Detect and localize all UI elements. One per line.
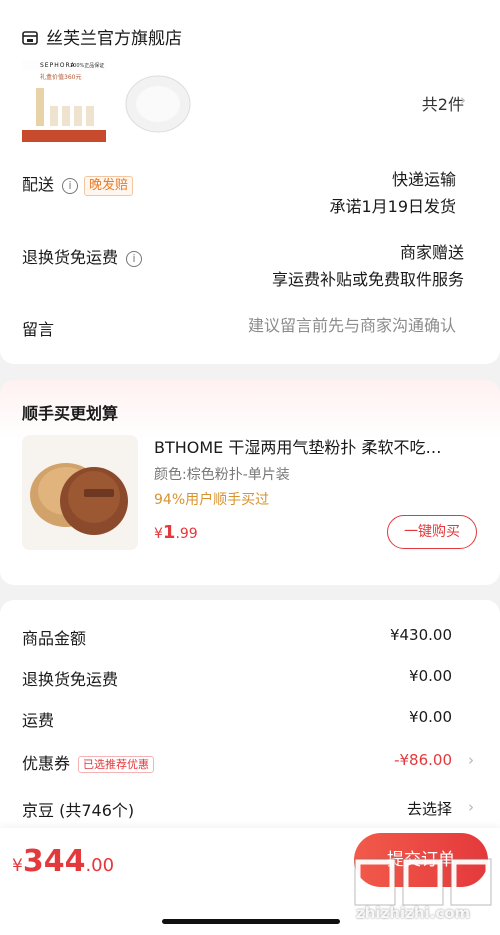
returns-row-label: 退换货免运费 i	[22, 244, 143, 268]
jd-beans-label: 京豆 (共746个)	[22, 801, 135, 820]
note-label: 留言	[22, 320, 55, 339]
upsell-card: 顺手买更划算 BTHOME 干湿两用气垫粉扑 柔软不吃… 颜色:棕色粉扑-单片装…	[0, 380, 500, 585]
returns-info[interactable]: 商家赠送 享运费补贴或免费取件服务	[272, 239, 464, 293]
upsell-social-proof: 94%用户顺手买过	[154, 492, 270, 508]
store-icon	[22, 30, 38, 45]
price-currency: ¥	[154, 526, 163, 542]
return-fee-label: 退换货免运费	[22, 670, 119, 689]
coupon-row-label: 优惠券 已选推荐优惠	[22, 750, 155, 774]
watermark-domain: zhizhizhi.com	[356, 904, 471, 922]
item-count-number: 2	[437, 95, 448, 114]
item-count[interactable]: 共2件	[422, 91, 464, 115]
delivery-method: 快递运输	[391, 170, 456, 189]
return-fee-value: ¥0.00	[409, 667, 452, 685]
image-caption: 礼盒价值360元	[40, 74, 82, 81]
shipping-value: ¥0.00	[409, 708, 452, 726]
submit-order-button[interactable]: 提交订单	[354, 833, 488, 887]
chevron-right-icon[interactable]: ›	[460, 91, 466, 109]
store-name[interactable]: 丝芙兰官方旗舰店	[46, 24, 182, 49]
home-indicator[interactable]	[162, 919, 340, 924]
image-badge-label: 100%正品保证	[70, 63, 105, 69]
price-integer: 1	[162, 522, 176, 543]
delivery-label: 配送	[22, 175, 55, 194]
item-count-prefix: 共	[421, 95, 438, 114]
total-currency: ¥	[12, 856, 23, 876]
delivery-row-label: 配送 i 晚发赔	[22, 171, 134, 196]
info-icon[interactable]: i	[62, 177, 79, 194]
returns-secondary: 享运费补贴或免费取件服务	[271, 270, 464, 289]
returns-primary: 商家赠送	[399, 243, 464, 262]
upsell-title: 顺手买更划算	[22, 404, 119, 423]
jd-beans-select[interactable]: 去选择	[407, 798, 452, 819]
total-integer: 344	[22, 844, 86, 879]
chevron-right-icon[interactable]: ›	[468, 798, 474, 816]
upsell-product-image[interactable]	[22, 435, 138, 550]
delivery-promise: 承诺1月19日发货	[329, 197, 456, 216]
order-total: ¥344.00	[12, 844, 114, 879]
goods-amount-value: ¥430.00	[389, 626, 452, 644]
chevron-right-icon[interactable]: ›	[468, 751, 474, 769]
one-click-buy-button[interactable]: 一键购买	[387, 515, 477, 549]
store-header[interactable]: 丝芙兰官方旗舰店	[22, 24, 182, 49]
total-decimal: .00	[85, 855, 115, 876]
delivery-info[interactable]: 快递运输 承诺1月19日发货	[329, 166, 456, 220]
coupon-label: 优惠券	[22, 754, 71, 773]
price-decimal: .99	[175, 526, 198, 542]
upsell-price: ¥1.99	[154, 522, 198, 543]
info-icon[interactable]: i	[126, 250, 143, 267]
coupon-tag: 已选推荐优惠	[78, 756, 155, 773]
coupon-value[interactable]: -¥86.00	[394, 751, 452, 769]
note-input[interactable]: 建议留言前先与商家沟通确认	[248, 312, 456, 339]
upsell-product-spec: 颜色:棕色粉扑-单片装	[154, 467, 290, 483]
returns-label: 退换货免运费	[22, 248, 119, 267]
goods-amount-label: 商品金额	[22, 629, 87, 648]
late-compensation-tag: 晚发赔	[84, 175, 134, 196]
store-card: 丝芙兰官方旗舰店 SEPHORA 100%正品保证 礼盒价值360元 共2件 ›…	[0, 0, 500, 364]
shipping-label: 运费	[22, 711, 55, 730]
upsell-product-name[interactable]: BTHOME 干湿两用气垫粉扑 柔软不吃…	[154, 434, 480, 458]
